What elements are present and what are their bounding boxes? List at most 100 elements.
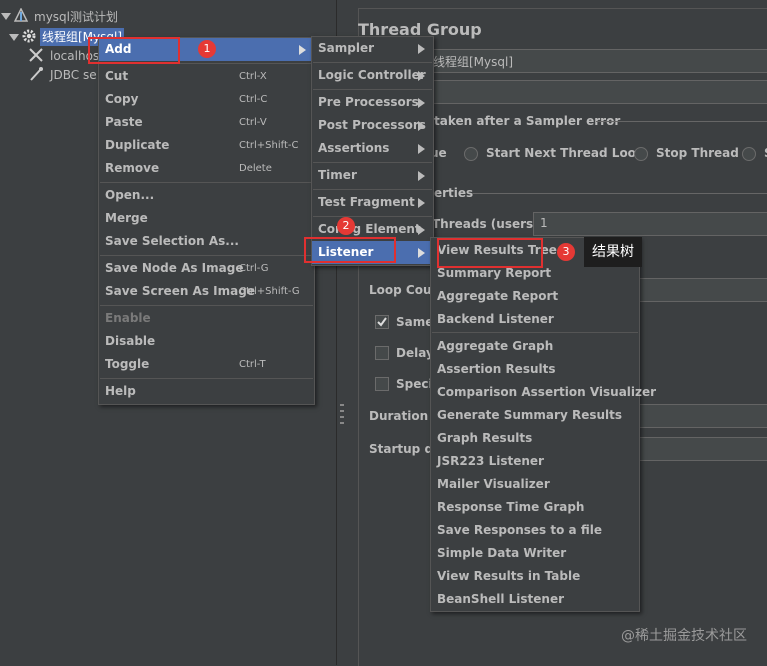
listener-menu-item[interactable]: Generate Summary Results [431, 404, 639, 427]
properties-section-label: erties [434, 186, 474, 200]
test-plan-icon [13, 7, 29, 22]
menu-item-open[interactable]: Open... [99, 184, 314, 207]
menu-item-sampler[interactable]: Sampler [312, 37, 433, 60]
menu-item-save-selection[interactable]: Save Selection As... [99, 230, 314, 253]
menu-item-remove[interactable]: Remove Delete [99, 157, 314, 180]
menu-item-disable[interactable]: Disable [99, 330, 314, 353]
menu-item-copy[interactable]: Copy Ctrl-C [99, 88, 314, 111]
radio-label-start-next: Start Next Thread Loop [486, 146, 645, 160]
expand-arrow-icon[interactable] [1, 13, 11, 20]
menu-item-test-fragment[interactable]: Test Fragment [312, 191, 433, 214]
menu-item-cut[interactable]: Cut Ctrl-X [99, 65, 314, 88]
comments-field[interactable] [428, 80, 767, 104]
listener-menu-item[interactable]: Backend Listener [431, 308, 639, 331]
divider-grip [340, 404, 344, 406]
radio-stop-thread[interactable] [634, 147, 648, 161]
menu-separator [313, 216, 432, 217]
menu-item-merge[interactable]: Merge [99, 207, 314, 230]
listener-menu-item-label: Backend Listener [437, 312, 554, 326]
listener-menu-item-label: View Results in Table [437, 569, 581, 583]
menu-item-timer[interactable]: Timer [312, 164, 433, 187]
menu-item-assertions[interactable]: Assertions [312, 137, 433, 160]
divider-grip [340, 416, 344, 418]
step-badge-2: 2 [337, 217, 355, 235]
divider [596, 121, 767, 122]
tree-item-jdbc[interactable]: JDBC se [50, 66, 97, 84]
menu-separator [432, 332, 638, 333]
menu-item-toggle[interactable]: Toggle Ctrl-T [99, 353, 314, 376]
menu-separator [313, 62, 432, 63]
listener-menu-item[interactable]: Save Responses to a file [431, 519, 639, 542]
menu-item-paste[interactable]: Paste Ctrl-V [99, 111, 314, 134]
menu-item-save-screen-image[interactable]: Save Screen As Image Ctrl+Shift-G [99, 280, 314, 303]
menu-item-enable[interactable]: Enable [99, 307, 314, 330]
listener-menu-item-label: Graph Results [437, 431, 533, 445]
listener-menu-item-label: Response Time Graph [437, 500, 585, 514]
name-field[interactable]: 线程组[Mysql] [428, 49, 767, 73]
name-value: 线程组[Mysql] [433, 55, 514, 69]
listener-menu-item[interactable]: View Results in Table [431, 565, 639, 588]
duration-input[interactable] [638, 404, 767, 428]
menu-separator [100, 305, 313, 306]
listener-menu-item[interactable]: Mailer Visualizer [431, 473, 639, 496]
radio-label-stop-thread: Stop Thread [656, 146, 739, 160]
menu-item-save-node-image[interactable]: Save Node As Image Ctrl-G [99, 257, 314, 280]
listener-menu-item-label: Save Responses to a file [437, 523, 602, 537]
specify-lifetime-checkbox[interactable] [375, 377, 389, 391]
annotation-tooltip: 结果树 [584, 237, 642, 267]
listener-menu-item[interactable]: Assertion Results [431, 358, 639, 381]
radio-stop-test[interactable] [742, 147, 756, 161]
listener-menu-item-label: BeanShell Listener [437, 592, 565, 606]
listener-menu-item[interactable]: BeanShell Listener [431, 588, 639, 611]
tools-icon [28, 47, 44, 63]
same-user-checkbox[interactable] [375, 315, 389, 329]
highlight-box-view-results-tree [437, 238, 543, 268]
listener-menu-item[interactable]: Aggregate Report [431, 285, 639, 308]
listener-menu-item-label: Generate Summary Results [437, 408, 623, 422]
menu-item-pre-processors[interactable]: Pre Processors [312, 91, 433, 114]
threads-label: Threads (users): [432, 217, 544, 231]
tree-item-test-plan[interactable]: mysql测试计划 [34, 8, 118, 26]
listener-menu-item[interactable]: Graph Results [431, 427, 639, 450]
divider-grip [340, 422, 344, 424]
menu-separator [313, 189, 432, 190]
same-user-label: Same [396, 315, 434, 329]
menu-item-post-processors[interactable]: Post Processors [312, 114, 433, 137]
step-badge-1: 1 [198, 40, 216, 58]
watermark: @稀土掘金技术社区 [621, 628, 747, 644]
listener-menu-item-label: Assertion Results [437, 362, 556, 376]
listener-menu-item-label: Aggregate Graph [437, 339, 554, 353]
highlight-box-listener [304, 237, 396, 263]
listener-submenu: View Results Tree Summary Report Aggregate… [430, 237, 656, 612]
expand-arrow-icon[interactable] [9, 34, 19, 41]
delay-checkbox[interactable] [375, 346, 389, 360]
listener-menu-item-label: Mailer Visualizer [437, 477, 550, 491]
listener-menu-item[interactable]: Response Time Graph [431, 496, 639, 519]
menu-separator [100, 182, 313, 183]
listener-menu-item-label: JSR223 Listener [437, 454, 544, 468]
radio-start-next-loop[interactable] [464, 147, 478, 161]
listener-menu-item[interactable]: Simple Data Writer [431, 542, 639, 565]
divider [472, 193, 767, 194]
pipette-icon [28, 66, 44, 82]
menu-separator [313, 162, 432, 163]
startup-delay-input[interactable] [638, 437, 767, 461]
menu-separator [100, 378, 313, 379]
listener-menu-item[interactable]: Aggregate Graph [431, 335, 639, 358]
add-submenu: Sampler Logic Controller Pre Processors … [311, 36, 434, 266]
menu-separator [313, 89, 432, 90]
menu-item-logic-controller[interactable]: Logic Controller [312, 64, 433, 87]
menu-item-duplicate[interactable]: Duplicate Ctrl+Shift-C [99, 134, 314, 157]
highlight-box-add [88, 37, 180, 64]
context-menu: Add Cut Ctrl-X Copy Ctrl-C Paste Ctrl-V Dup… [98, 37, 315, 405]
step-badge-3: 3 [557, 243, 575, 261]
listener-menu-item-label: Simple Data Writer [437, 546, 567, 560]
listener-menu-item[interactable]: JSR223 Listener [431, 450, 639, 473]
menu-item-help[interactable]: Help [99, 380, 314, 403]
delay-label: Delay [396, 346, 434, 360]
listener-menu-item[interactable]: Comparison Assertion Visualizer [431, 381, 656, 404]
loop-count-input[interactable] [638, 278, 767, 302]
divider-grip [340, 410, 344, 412]
menu-separator [100, 255, 313, 256]
threads-input[interactable]: 1 [533, 212, 767, 236]
